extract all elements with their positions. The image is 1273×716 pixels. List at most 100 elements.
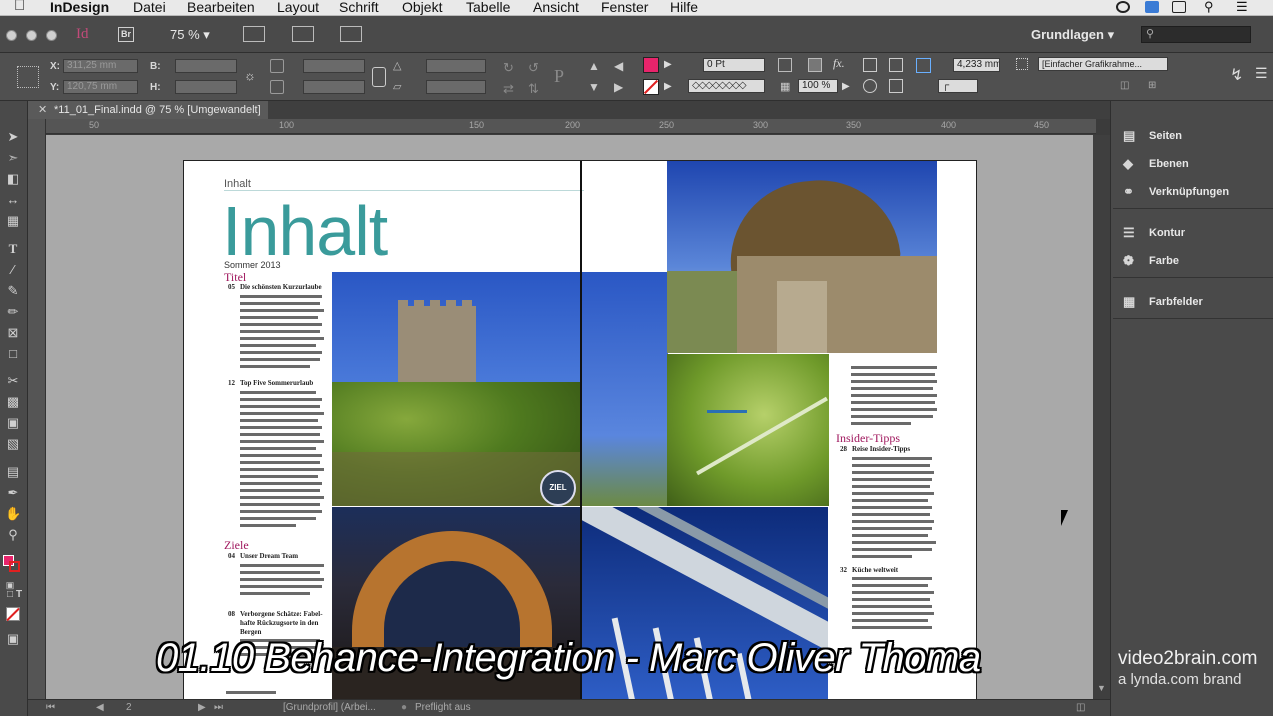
scale-y-field[interactable] xyxy=(303,80,365,94)
gradient-swatch-tool-icon[interactable]: ▣ xyxy=(5,415,21,431)
vertical-scrollbar[interactable]: ▼ xyxy=(1093,135,1110,699)
fill-color-swatch[interactable] xyxy=(643,57,659,73)
selection-tool-icon[interactable]: ➤ xyxy=(5,129,21,145)
stroke-type-select[interactable]: ◇◇◇◇◇◇◇◇ xyxy=(688,79,765,93)
dragonfly-photo[interactable] xyxy=(667,354,829,506)
opacity-field[interactable]: 100 % xyxy=(798,79,838,93)
help-search-input[interactable]: ⚲ xyxy=(1141,26,1251,43)
zoom-tool-icon[interactable]: ⚲ xyxy=(5,527,21,543)
arrange-documents-icon[interactable] xyxy=(340,26,362,42)
y-position-field[interactable]: 120,75 mm xyxy=(63,80,138,94)
hand-tool-icon[interactable]: ✋ xyxy=(5,506,21,522)
flip-vertical-icon[interactable]: ⇅ xyxy=(528,81,539,97)
menu-schrift[interactable]: Schrift xyxy=(339,0,379,16)
menu-app-name[interactable]: InDesign xyxy=(50,0,109,16)
page-tool-icon[interactable]: ◧ xyxy=(5,171,21,187)
free-transform-tool-icon[interactable]: ▩ xyxy=(5,394,21,410)
object-style-select[interactable]: [Einfacher Grafikrahme... xyxy=(1038,57,1168,71)
x-position-field[interactable]: 311,25 mm xyxy=(63,59,138,73)
stroke-menu-arrow-icon[interactable]: ▶ xyxy=(664,81,672,92)
castle-photo[interactable] xyxy=(332,272,580,506)
panel-menu-icon[interactable]: ☰ xyxy=(1255,65,1268,82)
close-icon[interactable]: ✕ xyxy=(38,101,47,119)
shear-field[interactable] xyxy=(426,80,486,94)
line-tool-icon[interactable]: ∕ xyxy=(5,262,21,278)
text-wrap-icon[interactable] xyxy=(889,79,903,93)
corner-shape-select[interactable]: ┌ xyxy=(938,79,978,93)
content-collector-icon[interactable]: ▦ xyxy=(5,213,21,229)
menu-datei[interactable]: Datei xyxy=(133,0,166,16)
select-next-icon[interactable]: ▶ xyxy=(614,80,623,94)
gap-tool-icon[interactable]: ↔ xyxy=(5,192,21,208)
fill-menu-arrow-icon[interactable]: ▶ xyxy=(664,59,672,70)
scale-x-field[interactable] xyxy=(303,59,365,73)
menu-fenster[interactable]: Fenster xyxy=(601,0,648,16)
zoom-level-select[interactable]: 75 % ▾ xyxy=(170,27,210,43)
previous-page-icon[interactable]: ◀ xyxy=(96,702,104,713)
formatting-text-icon[interactable]: T xyxy=(11,587,27,603)
apple-icon[interactable]:  xyxy=(14,0,25,15)
panel-kontur[interactable]: ☰ Kontur xyxy=(1111,220,1273,246)
direct-selection-tool-icon[interactable]: ➣ xyxy=(5,150,21,166)
panel-verknuepfungen[interactable]: ⚭ Verknüpfungen xyxy=(1111,179,1273,205)
split-view-icon[interactable]: ◫ xyxy=(1076,702,1085,713)
width-field[interactable] xyxy=(175,59,237,73)
panel-farbfelder[interactable]: ▦ Farbfelder xyxy=(1111,289,1273,315)
drop-shadow-icon[interactable] xyxy=(778,58,792,72)
menu-layout[interactable]: Layout xyxy=(277,0,319,16)
panel-ebenen[interactable]: ◆ Ebenen xyxy=(1111,151,1273,177)
constrain-proportions-icon[interactable]: ☼ xyxy=(244,68,256,83)
close-window-button[interactable] xyxy=(6,30,17,41)
horizontal-ruler[interactable]: 50 100 150 200 250 300 350 400 450 xyxy=(46,119,1096,134)
screen-mode-tool-icon[interactable]: ▣ xyxy=(5,631,21,647)
bridge-button[interactable]: Br xyxy=(118,27,134,42)
document-spread[interactable]: Inhalt Inhalt Sommer 2013 Titel 05 Die s… xyxy=(183,160,977,700)
page-number-field[interactable]: 2 xyxy=(126,702,132,713)
height-field[interactable] xyxy=(175,80,237,94)
flip-horizontal-icon[interactable]: ⇄ xyxy=(503,81,514,97)
castle-photo-spread[interactable] xyxy=(582,272,668,506)
note-tool-icon[interactable]: ▤ xyxy=(5,464,21,480)
workspace-switcher[interactable]: Grundlagen ▾ xyxy=(1031,27,1114,43)
quick-apply-icon[interactable]: ↯ xyxy=(1230,65,1243,85)
opacity-arrow-icon[interactable]: ▶ xyxy=(842,81,850,92)
spotlight-icon[interactable]: ⚲ xyxy=(1204,0,1214,16)
zoom-window-button[interactable] xyxy=(46,30,57,41)
first-page-icon[interactable]: ⏮ xyxy=(46,702,55,713)
apply-none-icon[interactable] xyxy=(6,607,20,622)
frame-fitting-icon[interactable] xyxy=(916,58,931,73)
creative-cloud-icon[interactable] xyxy=(1116,1,1130,13)
stroke-align-inside-icon[interactable] xyxy=(889,58,903,72)
menu-bearbeiten[interactable]: Bearbeiten xyxy=(187,0,255,16)
menu-ansicht[interactable]: Ansicht xyxy=(533,0,579,16)
pencil-tool-icon[interactable]: ✏ xyxy=(5,304,21,320)
menu-hilfe[interactable]: Hilfe xyxy=(670,0,698,16)
select-content-icon[interactable]: ▼ xyxy=(588,80,600,94)
panel-farbe[interactable]: ❁ Farbe xyxy=(1111,248,1273,274)
vertical-ruler[interactable] xyxy=(28,119,46,699)
rotate-ccw-icon[interactable]: ↺ xyxy=(528,60,539,76)
link-scale-icon[interactable] xyxy=(372,67,386,87)
stone-hut-photo[interactable] xyxy=(667,161,937,353)
last-page-icon[interactable]: ⏭ xyxy=(214,702,223,713)
menu-tabelle[interactable]: Tabelle xyxy=(466,0,510,16)
next-page-icon[interactable]: ▶ xyxy=(198,702,206,713)
display-icon[interactable] xyxy=(1172,1,1186,13)
stroke-swatch-icon[interactable] xyxy=(9,561,20,572)
notifications-icon[interactable]: ☰ xyxy=(1236,0,1248,16)
menu-objekt[interactable]: Objekt xyxy=(402,0,442,16)
rotate-cw-icon[interactable]: ↻ xyxy=(503,60,514,76)
preflight-profile-select[interactable]: [Grundprofil] (Arbei... xyxy=(283,702,376,713)
dropbox-icon[interactable] xyxy=(1145,1,1159,13)
screen-mode-icon[interactable] xyxy=(292,26,314,42)
select-previous-icon[interactable]: ◀ xyxy=(614,59,623,73)
scroll-down-icon[interactable]: ▼ xyxy=(1097,683,1106,693)
rectangle-tool-icon[interactable]: □ xyxy=(5,346,21,362)
minimize-window-button[interactable] xyxy=(26,30,37,41)
pen-tool-icon[interactable]: ✎ xyxy=(5,283,21,299)
corner-options-icon[interactable] xyxy=(863,79,877,93)
select-container-icon[interactable]: ▲ xyxy=(588,59,600,73)
eyedropper-tool-icon[interactable]: ✒ xyxy=(5,485,21,501)
stroke-width-field[interactable]: 4,233 mm xyxy=(953,58,1000,72)
scissors-tool-icon[interactable]: ✂ xyxy=(5,373,21,389)
